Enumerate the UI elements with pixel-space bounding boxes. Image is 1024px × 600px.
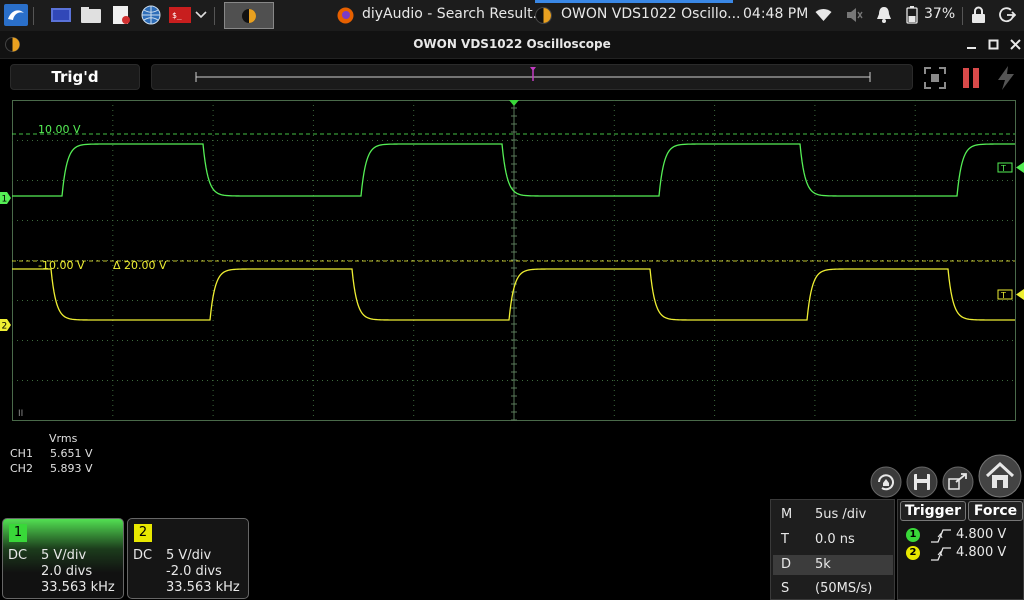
ch1-marker-label: 1 [2,195,8,205]
taskbar-tab-firefox[interactable]: diyAudio - Search Result... [362,6,546,22]
delta-level-label: Δ 20.00 V [113,259,167,272]
trigger-tag-ch2: T [1000,291,1006,300]
ch1-level-label: 10.00 V [38,123,81,136]
force-button[interactable]: Force [968,501,1023,521]
ch2-marker[interactable]: 2 [0,318,12,332]
pause-icon[interactable] [960,66,982,90]
terminal-icon[interactable]: $_ [168,6,192,24]
timebase-row-depth[interactable]: D 5k [773,555,893,575]
channel-1-panel[interactable]: 1 DC 5 V/div 2.0 divs 33.563 kHz [2,518,124,599]
channel-1-scale: 5 V/div [41,548,87,563]
ch2-trigger-level-marker[interactable]: T [996,288,1024,302]
chevron-down-icon[interactable] [195,10,207,20]
trigger-row-ch2[interactable]: 2 4.800 V [902,545,1020,563]
export-icon[interactable] [942,466,974,498]
browser-globe-icon[interactable] [140,5,162,25]
auto-set-icon[interactable] [994,64,1018,92]
channel-2-offset: -2.0 divs [166,564,222,579]
timebase-row-trigger-offset[interactable]: T 0.0 ns [773,530,893,550]
firefox-icon [337,7,354,24]
channel-1-frequency: 33.563 kHz [41,580,115,595]
volume-muted-icon[interactable] [846,7,863,23]
acquisition-mode-label: II [18,409,23,419]
taskbar-divider [33,7,34,25]
measurement-header: Vrms [49,432,78,445]
timebase-value: 5k [815,557,831,572]
window-titlebar: OWON VDS1022 Oscilloscope [0,31,1024,59]
channel-1-coupling: DC [8,548,28,563]
measurement-channel: CH1 [10,447,33,460]
active-app-button[interactable] [224,2,274,29]
workspace-icon[interactable] [50,6,72,24]
notification-bell-icon[interactable] [876,6,892,24]
taskbar-tab-oscilloscope[interactable]: OWON VDS1022 Oscillo... [561,6,740,22]
horizontal-position-bar[interactable] [151,64,913,90]
channel-1-offset: 2.0 divs [41,564,93,579]
channel-2-panel[interactable]: 2 DC 5 V/div -2.0 divs 33.563 kHz [127,518,249,599]
trigger-ch2-badge: 2 [906,546,920,560]
waveform-display[interactable]: 10.00 V -10.00 V Δ 20.00 V II [12,100,1016,422]
channel-2-badge: 2 [134,524,152,542]
channel-1-badge: 1 [9,524,27,542]
maximize-icon[interactable] [988,39,1000,51]
minimize-icon[interactable] [966,40,978,50]
taskbar-divider [214,7,215,25]
measurement-value: 5.893 V [50,462,93,475]
timebase-key: T [781,532,789,547]
fullscreen-icon[interactable] [923,66,947,90]
history-home-icon[interactable] [870,466,902,498]
timebase-value: 5us /div [815,507,867,522]
trigger-level-value: 4.800 V [956,545,1007,560]
oscilloscope-app-icon [535,7,552,24]
taskbar-divider [962,7,963,25]
timebase-value: 0.0 ns [815,532,855,547]
close-icon[interactable] [1010,39,1022,51]
taskbar: $_ diyAudio - Search Result... OWON VDS1… [0,0,1024,31]
ch2-level-label: -10.00 V [38,259,85,272]
trigger-ch1-badge: 1 [906,528,920,542]
home-icon[interactable] [978,454,1022,498]
measurement-channel: CH2 [10,462,33,475]
trigger-position-marker [509,100,519,106]
active-tab-indicator [535,0,733,3]
save-icon[interactable] [906,466,938,498]
logout-icon[interactable] [999,6,1016,24]
battery-percent: 37% [924,6,956,22]
timebase-key: M [781,507,793,522]
rising-edge-icon [931,529,951,543]
window-title: OWON VDS1022 Oscilloscope [413,37,611,51]
rising-edge-icon [931,547,951,561]
text-editor-icon[interactable] [110,5,132,25]
ch1-marker[interactable]: 1 [0,191,12,205]
battery-icon[interactable] [905,6,919,24]
timebase-panel[interactable]: M 5us /div T 0.0 ns D 5k S (50MS/s) [770,499,895,600]
channel-2-frequency: 33.563 kHz [166,580,240,595]
ch1-trigger-level-marker[interactable]: T [996,161,1024,175]
timebase-key: D [781,557,792,572]
ch2-marker-label: 2 [2,322,8,332]
timebase-row-main[interactable]: M 5us /div [773,505,893,525]
lock-icon[interactable] [971,6,986,24]
trigger-panel: Trigger Force 1 4.800 V 2 4.800 V [897,499,1024,600]
channel-2-scale: 5 V/div [166,548,212,563]
trigger-tag-ch1: T [1000,164,1006,173]
timebase-row-sample-rate[interactable]: S (50MS/s) [773,579,893,599]
svg-text:$_: $_ [172,11,182,20]
timebase-key: S [781,581,790,596]
trigger-status: Trig'd [10,64,140,90]
measurement-value: 5.651 V [50,447,93,460]
channel-2-coupling: DC [133,548,153,563]
timeline-track [195,67,871,82]
trigger-row-ch1[interactable]: 1 4.800 V [902,527,1020,545]
clock[interactable]: 04:48 PM [743,6,808,22]
kali-menu-icon[interactable] [4,4,28,26]
oscilloscope-app-icon [242,9,256,23]
trigger-level-value: 4.800 V [956,527,1007,542]
file-manager-icon[interactable] [80,6,102,24]
timebase-value: (50MS/s) [815,581,873,596]
trigger-button[interactable]: Trigger [900,501,966,521]
wifi-icon[interactable] [815,8,832,22]
